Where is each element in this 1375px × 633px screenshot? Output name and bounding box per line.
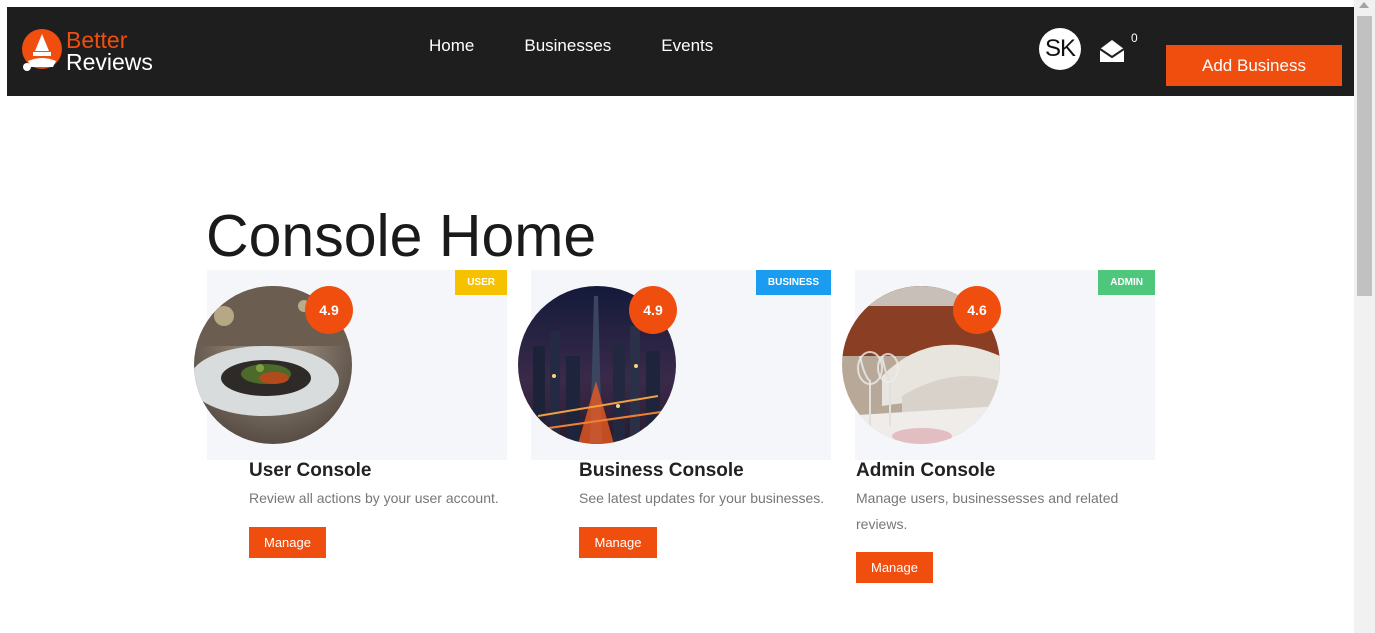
nav-events[interactable]: Events <box>661 36 713 56</box>
page-title: Console Home <box>206 203 597 269</box>
logo-text-better: Better <box>66 27 128 53</box>
card-image-area: BUSINESS 4.9 <box>518 270 831 460</box>
scroll-thumb[interactable] <box>1357 16 1372 296</box>
rating-badge: 4.9 <box>629 286 677 334</box>
manage-admin-console-button[interactable]: Manage <box>856 552 933 583</box>
card-image-area: ADMIN 4.6 <box>842 270 1155 460</box>
role-badge-admin: ADMIN <box>1098 270 1155 295</box>
admin-console-card: ADMIN 4.6 Admin Console Manage users, bu… <box>842 270 1155 590</box>
rating-badge: 4.9 <box>305 286 353 334</box>
envelope-icon[interactable] <box>1097 37 1127 65</box>
logo-icon <box>22 29 62 71</box>
user-avatar[interactable]: SK <box>1039 28 1081 70</box>
scroll-up-icon[interactable] <box>1359 2 1369 8</box>
nav-home[interactable]: Home <box>429 36 474 56</box>
rating-badge: 4.6 <box>953 286 1001 334</box>
brand-logo[interactable]: Better Reviews <box>20 25 160 79</box>
card-description: Review all actions by your user account. <box>249 490 499 506</box>
card-description: See latest updates for your businesses. <box>579 490 825 506</box>
top-navbar: Better Reviews Home Businesses Events SK… <box>7 7 1354 96</box>
manage-user-console-button[interactable]: Manage <box>249 527 326 558</box>
role-badge-business: BUSINESS <box>755 270 831 295</box>
card-title: User Console <box>249 460 372 481</box>
card-title: Business Console <box>579 460 744 481</box>
notification-count: 0 <box>1131 31 1138 45</box>
manage-business-console-button[interactable]: Manage <box>579 527 657 558</box>
business-console-card: BUSINESS 4.9 Business Console See latest… <box>518 270 831 590</box>
user-console-card: USER 4.9 User Console Review all actions… <box>194 270 507 590</box>
nav-businesses[interactable]: Businesses <box>524 36 611 56</box>
role-badge-user: USER <box>455 270 507 295</box>
main-nav: Home Businesses Events <box>429 36 713 56</box>
vertical-scrollbar[interactable] <box>1354 0 1375 633</box>
card-description: Manage users, businessesses and related … <box>856 490 1119 532</box>
logo-text-reviews: Reviews <box>66 49 153 75</box>
add-business-button[interactable]: Add Business <box>1166 45 1342 86</box>
card-image-area: USER 4.9 <box>194 270 507 460</box>
card-title: Admin Console <box>856 460 996 481</box>
